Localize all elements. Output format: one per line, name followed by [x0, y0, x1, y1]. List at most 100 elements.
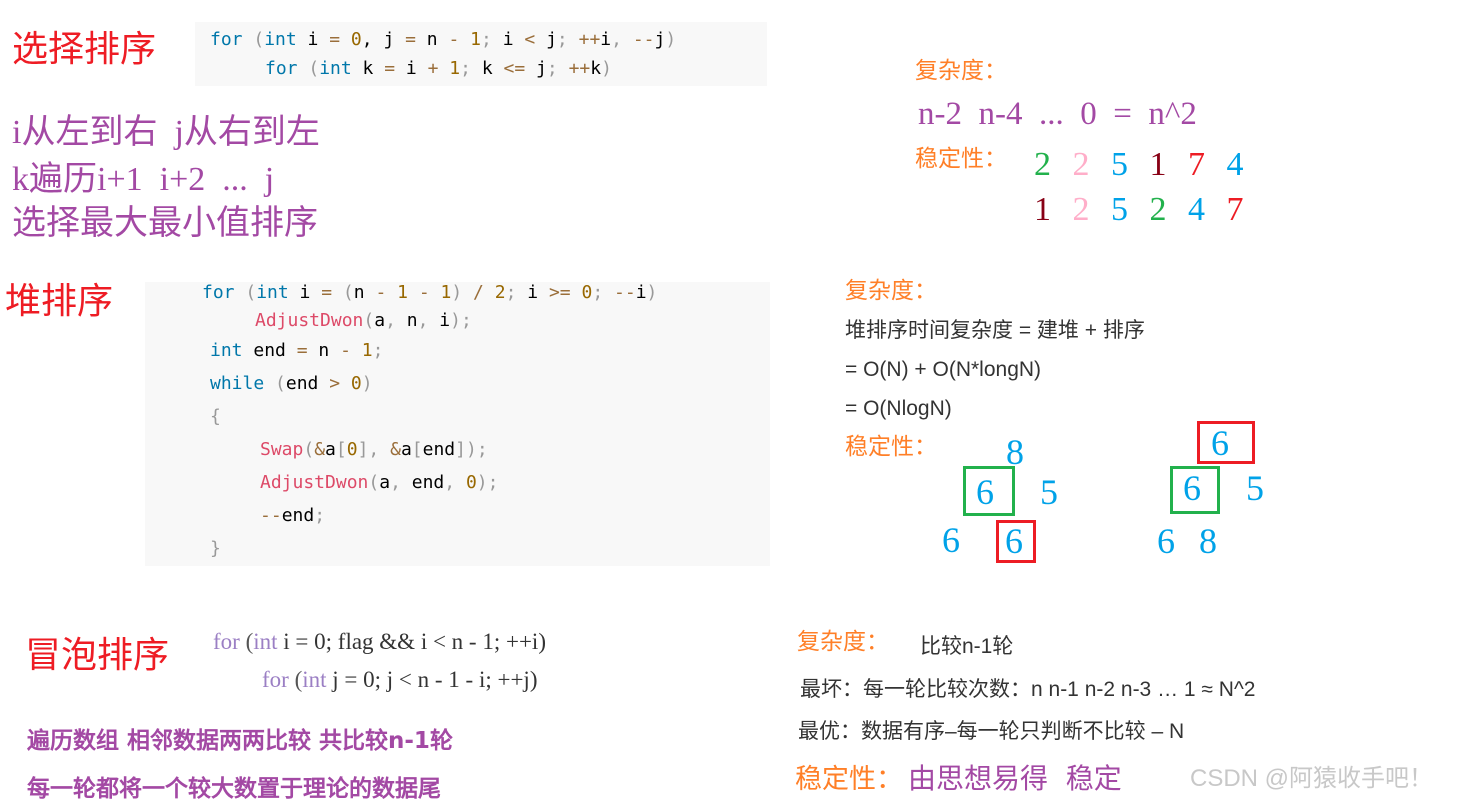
tree-node: 6	[976, 472, 994, 512]
complexity-label: 复杂度：	[845, 278, 937, 304]
code-token: (	[303, 439, 315, 460]
code-line: while (end > 0)	[210, 375, 373, 393]
complexity-line: 堆排序时间复杂度 = 建堆 + 排序	[845, 319, 1145, 342]
code-token: 0	[465, 472, 477, 493]
code-token: 1	[470, 29, 482, 50]
code-line: AdjustDwon(a, end, 0);	[260, 474, 498, 492]
code-token: AdjustDwon	[260, 472, 369, 493]
code-token: +	[427, 58, 439, 79]
digit: 1	[1034, 191, 1051, 228]
code-token: ;	[460, 58, 482, 79]
digit: 1	[1149, 146, 1167, 183]
code-line: for (int j = 0; j < n - 1 - i; ++j)	[262, 668, 537, 691]
code-token: i	[600, 29, 612, 50]
code-token: 1	[449, 58, 461, 79]
code-token: ;	[372, 340, 384, 361]
code-token: AdjustDwon	[255, 310, 364, 331]
code-token: 0	[581, 282, 593, 303]
code-token: i	[439, 310, 451, 331]
code-token: =	[329, 29, 341, 50]
code-token: [	[411, 439, 423, 460]
code-token: ;	[481, 29, 503, 50]
code-token: i	[502, 29, 525, 50]
selection-sort-title: 选择排序	[12, 29, 157, 70]
code-token: i	[635, 282, 647, 303]
worst-case: 最坏：每一轮比较次数：n n-1 n-2 n-3 … 1 ≈ N^2	[800, 678, 1256, 701]
digit: 2	[1072, 191, 1090, 228]
code-token: )	[601, 58, 612, 79]
bubble-sort-title: 冒泡排序	[25, 635, 170, 676]
note: 选择最大最小值排序	[12, 205, 318, 242]
note: 遍历数组 相邻数据两两比较 共比较n-1轮	[27, 728, 453, 754]
code-token: i	[296, 29, 330, 50]
code-token: ;	[556, 29, 579, 50]
code-token: (	[297, 58, 320, 79]
complexity-line: = O(N) + O(N*longN)	[845, 358, 1042, 381]
code-token: )	[361, 373, 373, 394]
code-token: ;	[592, 282, 614, 303]
note: k遍历i+1 i+2 ... j	[12, 161, 275, 198]
code-line: Swap(&a[0], &a[end]);	[260, 441, 488, 459]
code-token: );	[476, 472, 499, 493]
tree-node: 6	[1211, 423, 1229, 463]
code-token: int	[264, 29, 297, 50]
code-token: 1	[361, 340, 373, 361]
code-token: int	[302, 667, 327, 692]
digit: 4	[1188, 191, 1205, 228]
complexity-label: 复杂度：	[915, 58, 1007, 84]
code-token: &	[314, 439, 326, 460]
complexity-line: = O(NlogN)	[845, 397, 952, 420]
code-token: n	[415, 29, 449, 50]
tree-node: 5	[1040, 472, 1058, 512]
code-token: ;	[505, 282, 528, 303]
code-line: for (int k = i + 1; k <= j; ++k)	[265, 60, 612, 78]
code-token: (	[242, 29, 265, 50]
code-line: for (int i = (n - 1 - 1) / 2; i >= 0; --…	[202, 284, 657, 302]
code-token: int	[253, 629, 278, 654]
heap-code-block: for (int i = (n - 1 - 1) / 2; i >= 0; --…	[145, 282, 770, 566]
code-token: k	[481, 58, 504, 79]
code-token: ,	[390, 472, 412, 493]
code-token: for	[210, 29, 243, 50]
code-token: i	[395, 58, 428, 79]
code-token: for	[202, 282, 235, 303]
stability-label: 稳定性：	[845, 434, 937, 460]
code-token: for	[213, 629, 240, 654]
code-token: )	[451, 282, 463, 303]
code-token: ]);	[455, 439, 488, 460]
tree-node: 8	[1006, 432, 1024, 472]
digit: 4	[1226, 146, 1244, 183]
code-token: -	[448, 29, 460, 50]
code-line: AdjustDwon(a, n, i);	[255, 312, 472, 330]
code-line: for (int i = 0, j = n - 1; i < j; ++i, -…	[210, 31, 676, 49]
code-token: --	[260, 505, 282, 526]
code-token: (	[368, 472, 380, 493]
code-line: }	[210, 540, 221, 558]
stability-label: 稳定性：	[915, 146, 1007, 172]
code-token: 1	[440, 282, 452, 303]
code-token: for	[262, 667, 289, 692]
code-token: j	[654, 29, 666, 50]
code-token: (	[239, 629, 254, 654]
complexity-value: 比较n-1轮	[920, 635, 1014, 658]
code-token: a	[374, 310, 386, 331]
digit: 2	[1149, 191, 1167, 228]
tree-node: 6	[1005, 521, 1023, 561]
code-token: =	[384, 58, 396, 79]
complexity-label: 复杂度：	[797, 629, 889, 655]
digit: 5	[1111, 146, 1128, 183]
tree-node: 8	[1199, 521, 1217, 561]
code-token: j	[535, 29, 557, 50]
code-token: for	[265, 58, 298, 79]
code-line: for (int i = 0; flag && i < n - 1; ++i)	[213, 630, 546, 653]
note: 每一轮都将一个较大数置于理论的数据尾	[27, 776, 441, 802]
code-token: )	[665, 29, 677, 50]
code-token: while	[210, 373, 265, 394]
code-token: int	[210, 340, 243, 361]
code-token: {	[210, 406, 221, 427]
